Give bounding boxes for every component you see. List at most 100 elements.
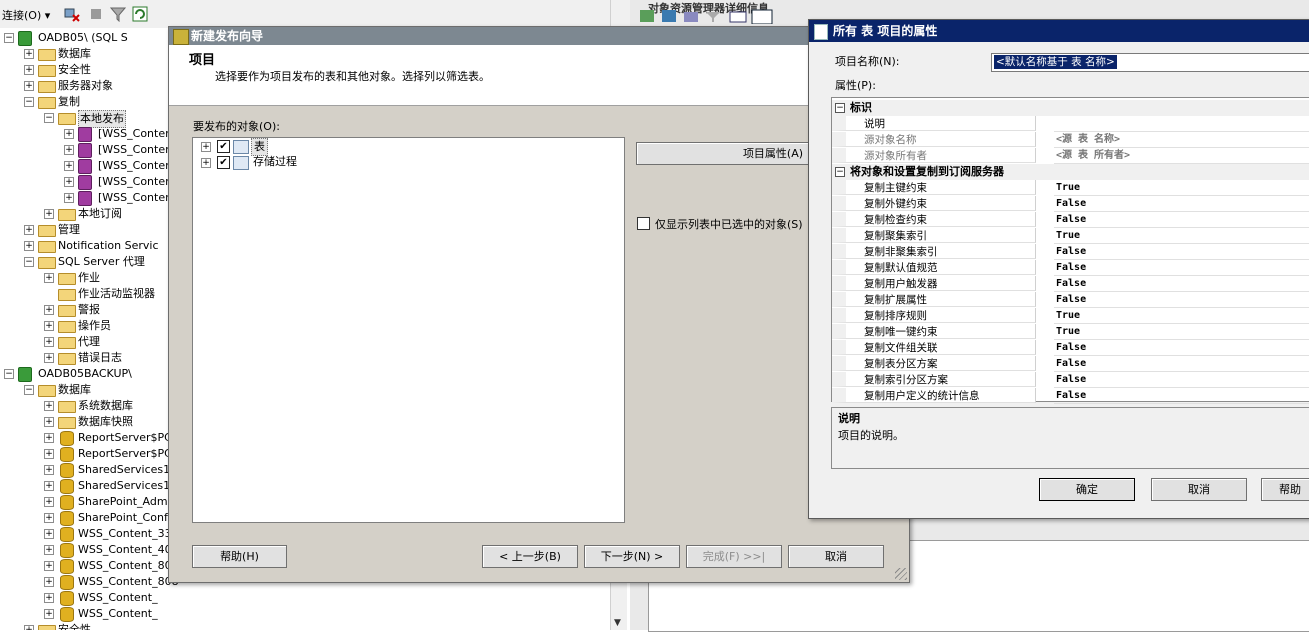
property-value[interactable]: True bbox=[1054, 228, 1309, 244]
expand-icon[interactable]: + bbox=[201, 158, 211, 168]
collapse-icon[interactable]: − bbox=[24, 385, 34, 395]
expand-icon[interactable]: + bbox=[64, 161, 74, 171]
tree-node-label[interactable]: WSS_Content_80 bbox=[78, 558, 172, 574]
expand-icon[interactable]: + bbox=[44, 529, 54, 539]
expand-icon[interactable]: + bbox=[64, 193, 74, 203]
expand-icon[interactable]: + bbox=[44, 545, 54, 555]
tree-node-label[interactable]: 安全性 bbox=[58, 622, 91, 630]
tree-node-label[interactable]: OADB05BACKUP\ bbox=[38, 366, 132, 382]
tree-node[interactable]: + WSS_Content_ bbox=[44, 590, 604, 606]
expand-icon[interactable]: + bbox=[24, 49, 34, 59]
collapse-icon[interactable]: − bbox=[24, 97, 34, 107]
property-row[interactable]: 复制聚集索引 True bbox=[832, 228, 1309, 244]
help-button[interactable]: 帮助(H) bbox=[192, 545, 287, 568]
property-grid[interactable]: − 标识 说明 源对象名称 <源 表 名称> 源对象所有者 <源 表 所有者> − 将对象和设置… bbox=[831, 97, 1309, 404]
expand-icon[interactable]: + bbox=[44, 337, 54, 347]
tree-node-label[interactable]: 复制 bbox=[58, 94, 80, 110]
expand-icon[interactable]: + bbox=[24, 225, 34, 235]
expand-icon[interactable]: + bbox=[44, 513, 54, 523]
finish-button[interactable]: 完成(F) >>| bbox=[686, 545, 782, 568]
tree-node-label[interactable]: 服务器对象 bbox=[58, 78, 113, 94]
expand-icon[interactable]: + bbox=[44, 321, 54, 331]
tree-node-label[interactable]: SharePoint_Conf: bbox=[78, 510, 171, 526]
back-button[interactable]: < 上一步(B) bbox=[482, 545, 578, 568]
next-button[interactable]: 下一步(N) > bbox=[584, 545, 680, 568]
object-row-tables[interactable]: + ✔ 表 bbox=[193, 138, 623, 156]
object-label[interactable]: 存储过程 bbox=[253, 154, 297, 170]
property-value[interactable]: False bbox=[1054, 292, 1309, 308]
property-row[interactable]: 复制文件组关联 False bbox=[832, 340, 1309, 356]
tree-node-label[interactable]: WSS_Content_333 bbox=[78, 526, 179, 542]
objects-tree[interactable]: + ✔ 表 + ✔ 存储过程 bbox=[192, 137, 625, 523]
expand-icon[interactable]: + bbox=[24, 81, 34, 91]
property-value[interactable]: False bbox=[1054, 356, 1309, 372]
property-value[interactable]: False bbox=[1054, 388, 1309, 404]
tree-node-label[interactable]: ReportServer$PC bbox=[78, 446, 172, 462]
property-row[interactable]: 复制索引分区方案 False bbox=[832, 372, 1309, 388]
expand-icon[interactable]: + bbox=[44, 305, 54, 315]
property-row[interactable]: 复制用户触发器 False bbox=[832, 276, 1309, 292]
expand-icon[interactable]: + bbox=[44, 593, 54, 603]
expand-icon[interactable]: + bbox=[24, 65, 34, 75]
property-category[interactable]: − 标识 bbox=[832, 100, 1309, 116]
tree-node-label[interactable]: [WSS_Content bbox=[98, 158, 176, 174]
tree-node[interactable]: + 安全性 bbox=[24, 622, 584, 630]
tree-node[interactable]: + WSS_Content_ bbox=[44, 606, 604, 622]
tree-node-label[interactable]: [WSS_Content bbox=[98, 190, 176, 206]
expand-icon[interactable]: + bbox=[64, 177, 74, 187]
stored-procedures-checkbox[interactable]: ✔ bbox=[217, 156, 230, 169]
property-row[interactable]: 说明 bbox=[832, 116, 1309, 132]
details-toolbar-icons[interactable] bbox=[640, 0, 820, 24]
tree-node-label[interactable]: 代理 bbox=[78, 334, 100, 350]
filter-icon[interactable] bbox=[110, 6, 126, 22]
tree-node-label[interactable]: 作业活动监视器 bbox=[78, 286, 155, 302]
property-value[interactable] bbox=[1054, 116, 1309, 132]
tree-node-label[interactable]: 系统数据库 bbox=[78, 398, 133, 414]
tree-node-label[interactable]: [WSS_Content bbox=[98, 126, 176, 142]
collapse-icon[interactable]: − bbox=[835, 103, 845, 113]
expand-icon[interactable]: + bbox=[44, 561, 54, 571]
tree-node-label[interactable]: [WSS_Content bbox=[98, 142, 176, 158]
collapse-icon[interactable]: − bbox=[4, 369, 14, 379]
tree-node-label[interactable]: WSS_Content_808 bbox=[78, 574, 179, 590]
expand-icon[interactable]: + bbox=[44, 449, 54, 459]
property-row[interactable]: 复制主键约束 True bbox=[832, 180, 1309, 196]
expand-icon[interactable]: + bbox=[44, 353, 54, 363]
tree-node-label[interactable]: 安全性 bbox=[58, 62, 91, 78]
property-value[interactable]: False bbox=[1054, 372, 1309, 388]
tree-node-label[interactable]: Notification Servic bbox=[58, 238, 159, 254]
article-name-input[interactable]: <默认名称基于 表 名称> bbox=[991, 53, 1309, 72]
property-row[interactable]: 复制扩展属性 False bbox=[832, 292, 1309, 308]
expand-icon[interactable]: + bbox=[44, 497, 54, 507]
collapse-icon[interactable]: − bbox=[24, 257, 34, 267]
tree-node-label[interactable]: 数据库 bbox=[58, 46, 91, 62]
property-value[interactable]: False bbox=[1054, 212, 1309, 228]
expand-icon[interactable]: + bbox=[44, 273, 54, 283]
disconnect-icon[interactable] bbox=[64, 6, 80, 22]
property-value[interactable]: False bbox=[1054, 260, 1309, 276]
property-value[interactable]: False bbox=[1054, 196, 1309, 212]
expand-icon[interactable]: + bbox=[201, 142, 211, 152]
stop-icon[interactable] bbox=[88, 6, 104, 22]
property-row[interactable]: 源对象所有者 <源 表 所有者> bbox=[832, 148, 1309, 164]
tree-node-label[interactable]: WSS_Content_ bbox=[78, 606, 158, 622]
property-value[interactable]: True bbox=[1054, 180, 1309, 196]
tree-node-label[interactable]: SharePoint_Admir bbox=[78, 494, 175, 510]
expand-icon[interactable]: + bbox=[24, 625, 34, 630]
expand-icon[interactable]: + bbox=[44, 481, 54, 491]
property-row[interactable]: 复制非聚集索引 False bbox=[832, 244, 1309, 260]
ok-button[interactable]: 确定 bbox=[1039, 478, 1135, 501]
tree-node-label[interactable]: ReportServer$PC bbox=[78, 430, 172, 446]
refresh-icon[interactable] bbox=[132, 6, 148, 22]
tree-node-label[interactable]: 数据库快照 bbox=[78, 414, 133, 430]
properties-cancel-button[interactable]: 取消 bbox=[1151, 478, 1247, 501]
property-row[interactable]: 复制检查约束 False bbox=[832, 212, 1309, 228]
tree-node-label[interactable]: [WSS_Content bbox=[98, 174, 176, 190]
properties-titlebar[interactable]: 所有 表 项目的属性 bbox=[809, 20, 1309, 42]
tables-checkbox[interactable]: ✔ bbox=[217, 140, 230, 153]
collapse-icon[interactable]: − bbox=[4, 33, 14, 43]
property-category[interactable]: − 将对象和设置复制到订阅服务器 bbox=[832, 164, 1309, 180]
tree-node-label[interactable]: 错误日志 bbox=[78, 350, 122, 366]
property-row[interactable]: 源对象名称 <源 表 名称> bbox=[832, 132, 1309, 148]
tree-node-label[interactable]: 数据库 bbox=[58, 382, 91, 398]
